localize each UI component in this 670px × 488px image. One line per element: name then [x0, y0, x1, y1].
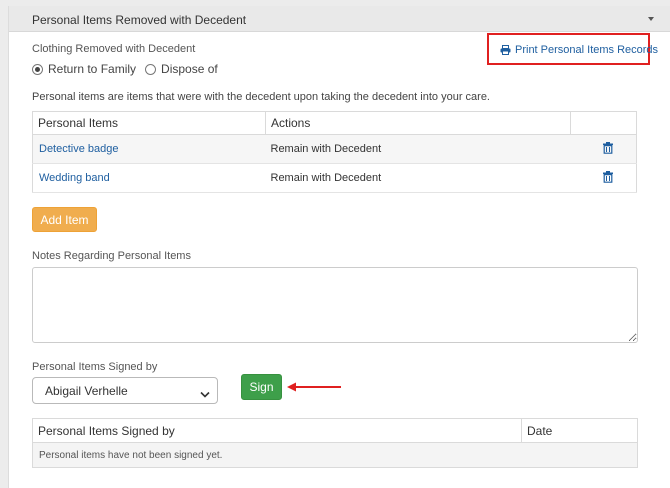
print-highlight-box: Print Personal Items Records — [487, 33, 658, 65]
column-header-blank — [570, 111, 637, 135]
chevron-down-icon — [200, 386, 210, 404]
radio-return-to-family[interactable] — [32, 63, 43, 75]
caret-down-icon[interactable] — [648, 17, 654, 21]
signed-by-table: Personal Items Signed by Date Personal i… — [32, 418, 638, 468]
trash-icon[interactable] — [602, 170, 613, 183]
radio-label-dispose-of[interactable]: Dispose of — [161, 62, 218, 76]
item-action: Remain with Decedent — [270, 172, 382, 184]
column-header-actions: Actions — [265, 111, 571, 135]
signed-by-label: Personal Items Signed by — [32, 361, 158, 373]
printer-icon — [500, 45, 511, 55]
personal-items-panel: Personal Items Removed with Decedent Clo… — [8, 6, 670, 488]
clothing-label: Clothing Removed with Decedent — [32, 43, 196, 55]
item-action: Remain with Decedent — [270, 143, 382, 155]
add-item-button[interactable]: Add Item — [32, 207, 97, 232]
signed-by-select[interactable]: Abigail Verhelle — [32, 377, 218, 404]
panel-title: Personal Items Removed with Decedent — [32, 13, 247, 27]
notes-label: Notes Regarding Personal Items — [32, 250, 191, 262]
table-row: Detective badge Remain with Decedent — [32, 134, 637, 164]
column-header-personal-items: Personal Items — [32, 111, 266, 135]
print-records-label[interactable]: Print Personal Items Records — [515, 44, 658, 56]
table-row: Personal items have not been signed yet. — [32, 442, 638, 468]
table-row: Wedding band Remain with Decedent — [32, 163, 637, 193]
panel-header[interactable]: Personal Items Removed with Decedent — [9, 6, 670, 32]
signed-empty-message: Personal items have not been signed yet. — [32, 442, 638, 468]
red-arrow-icon — [287, 379, 343, 397]
column-header-date: Date — [521, 418, 638, 443]
item-link-detective-badge[interactable]: Detective badge — [39, 143, 119, 155]
column-header-signed-by: Personal Items Signed by — [32, 418, 522, 443]
trash-icon[interactable] — [602, 141, 613, 154]
personal-items-table: Personal Items Actions Detective badge R… — [32, 111, 637, 193]
print-records-link[interactable]: Print Personal Items Records — [500, 44, 658, 56]
item-link-wedding-band[interactable]: Wedding band — [39, 172, 110, 184]
signed-by-selected-value: Abigail Verhelle — [45, 384, 128, 398]
radio-dispose-of[interactable] — [145, 63, 157, 75]
personal-items-description: Personal items are items that were with … — [32, 91, 490, 103]
table-header-row: Personal Items Signed by Date — [32, 418, 638, 443]
clothing-radio-group: Return to Family Dispose of — [32, 62, 227, 76]
table-header-row: Personal Items Actions — [32, 111, 637, 135]
radio-label-return-to-family[interactable]: Return to Family — [48, 62, 136, 76]
sign-button[interactable]: Sign — [241, 374, 282, 400]
notes-textarea[interactable] — [32, 267, 638, 343]
